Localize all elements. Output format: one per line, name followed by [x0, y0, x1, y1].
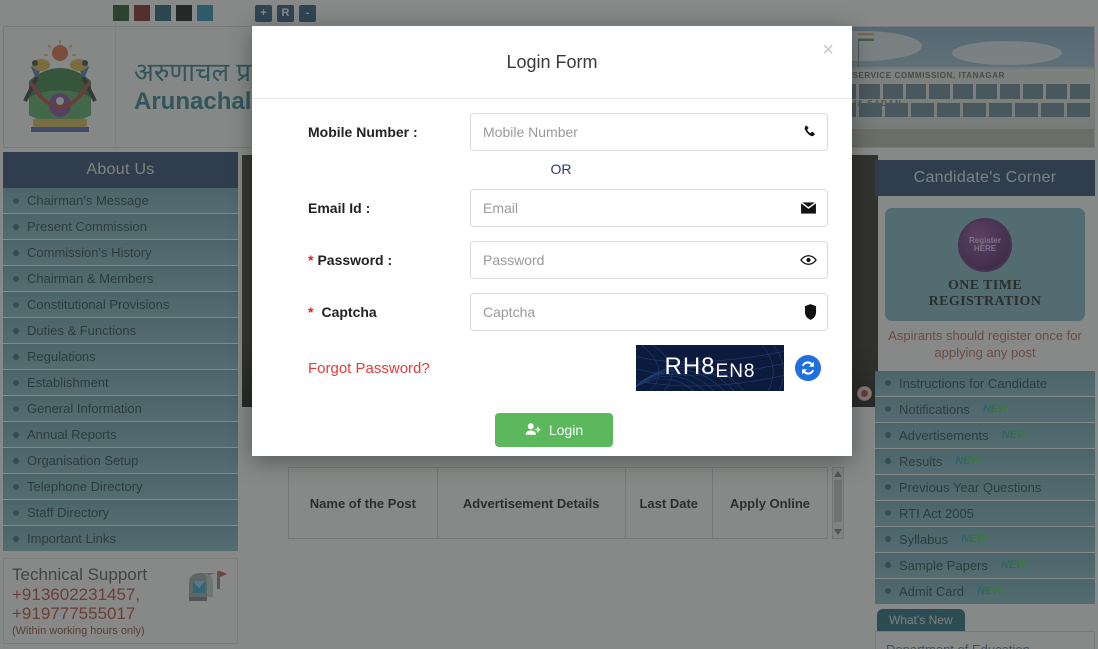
required-marker: *	[308, 252, 314, 268]
email-input[interactable]	[470, 189, 828, 227]
required-marker: *	[308, 304, 314, 320]
password-row: * Password :	[280, 241, 828, 279]
email-label: Email Id :	[308, 200, 371, 216]
mobile-number-label: Mobile Number :	[308, 124, 418, 140]
close-icon[interactable]: ×	[822, 40, 834, 60]
login-modal: Login Form × Mobile Number : OR Email Id…	[252, 26, 852, 456]
mobile-number-input[interactable]	[470, 113, 828, 151]
captcha-label-text: Captcha	[321, 304, 377, 320]
modal-title: Login Form	[506, 51, 598, 72]
login-button[interactable]: Login	[494, 413, 614, 447]
modal-header: Login Form ×	[252, 26, 852, 99]
modal-body: Mobile Number : OR Email Id :	[252, 99, 852, 447]
user-plus-icon	[525, 422, 541, 439]
login-button-row: Login	[280, 413, 828, 447]
forgot-password-link[interactable]: Forgot Password?	[280, 360, 470, 377]
password-input[interactable]	[470, 241, 828, 279]
captcha-code-text: RH8EN8	[664, 353, 756, 382]
captcha-label: * Captcha	[280, 304, 470, 320]
forgot-and-captcha-row: Forgot Password? RH8EN8	[280, 345, 828, 391]
email-row: Email Id :	[280, 189, 828, 227]
login-button-label: Login	[548, 422, 584, 438]
captcha-image: RH8EN8	[636, 345, 784, 391]
password-label-text: Password :	[317, 252, 393, 268]
captcha-row: * Captcha	[280, 293, 828, 331]
or-separator: OR	[550, 161, 572, 177]
mobile-number-row: Mobile Number :	[280, 113, 828, 151]
captcha-display-area: RH8EN8	[470, 345, 828, 391]
password-label: * Password :	[280, 252, 470, 268]
captcha-input[interactable]	[470, 293, 828, 331]
refresh-icon[interactable]	[794, 354, 822, 382]
